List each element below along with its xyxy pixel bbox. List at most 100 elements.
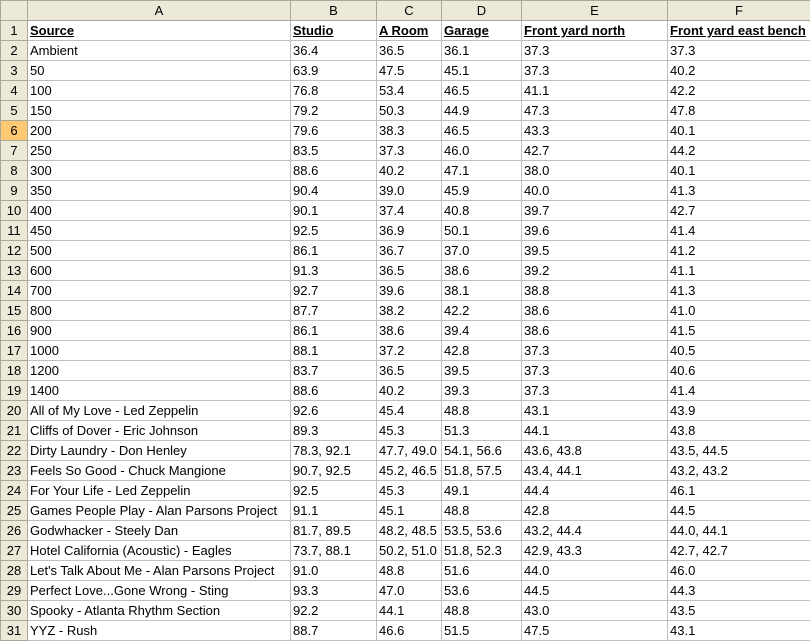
cell[interactable]: 45.1	[441, 60, 522, 81]
select-all-corner[interactable]	[0, 0, 28, 21]
cell[interactable]: 50.2, 51.0	[376, 540, 442, 561]
row-header[interactable]: 18	[0, 360, 28, 381]
cell[interactable]: 40.2	[376, 380, 442, 401]
cell[interactable]: 40.5	[667, 340, 810, 361]
cell[interactable]: 200	[27, 120, 291, 141]
cell[interactable]: 36.5	[376, 260, 442, 281]
cell[interactable]: 41.3	[667, 280, 810, 301]
cell[interactable]: 39.0	[376, 180, 442, 201]
cell[interactable]: 81.7, 89.5	[290, 520, 377, 541]
cell[interactable]: 53.4	[376, 80, 442, 101]
cell[interactable]: 42.7, 42.7	[667, 540, 810, 561]
cell[interactable]: 43.3	[521, 120, 668, 141]
cell[interactable]: 39.3	[441, 380, 522, 401]
row-header[interactable]: 2	[0, 40, 28, 61]
cell[interactable]: Ambient	[27, 40, 291, 61]
cell[interactable]: Hotel California (Acoustic) - Eagles	[27, 540, 291, 561]
cell[interactable]: 900	[27, 320, 291, 341]
cell[interactable]: 48.8	[441, 500, 522, 521]
cell[interactable]: 40.2	[667, 60, 810, 81]
row-header[interactable]: 16	[0, 320, 28, 341]
cell[interactable]: 37.3	[521, 60, 668, 81]
cell[interactable]: 37.3	[521, 380, 668, 401]
cell[interactable]: 54.1, 56.6	[441, 440, 522, 461]
row-header[interactable]: 6	[0, 120, 28, 141]
cell[interactable]: 39.6	[521, 220, 668, 241]
cell[interactable]: 37.3	[667, 40, 810, 61]
cell[interactable]: 38.6	[521, 300, 668, 321]
cell[interactable]: 38.3	[376, 120, 442, 141]
cell[interactable]: 600	[27, 260, 291, 281]
cell[interactable]: 51.8, 57.5	[441, 460, 522, 481]
cell[interactable]: Let's Talk About Me - Alan Parsons Proje…	[27, 560, 291, 581]
row-header[interactable]: 19	[0, 380, 28, 401]
cell[interactable]: 90.7, 92.5	[290, 460, 377, 481]
cell[interactable]: 300	[27, 160, 291, 181]
cell[interactable]: 150	[27, 100, 291, 121]
cell[interactable]: 86.1	[290, 320, 377, 341]
cell[interactable]: 43.4, 44.1	[521, 460, 668, 481]
cell[interactable]: 500	[27, 240, 291, 261]
cell[interactable]: 40.8	[441, 200, 522, 221]
cell[interactable]: 48.8	[376, 560, 442, 581]
cell[interactable]: 39.5	[441, 360, 522, 381]
cell[interactable]: 88.1	[290, 340, 377, 361]
cell[interactable]: 42.9, 43.3	[521, 540, 668, 561]
row-header[interactable]: 14	[0, 280, 28, 301]
header-cell[interactable]: Studio	[290, 20, 377, 41]
row-header[interactable]: 5	[0, 100, 28, 121]
cell[interactable]: 44.4	[521, 480, 668, 501]
cell[interactable]: Godwhacker - Steely Dan	[27, 520, 291, 541]
column-header-c[interactable]: C	[376, 0, 442, 21]
cell[interactable]: 92.2	[290, 600, 377, 621]
cell[interactable]: 46.1	[667, 480, 810, 501]
cell[interactable]: 79.6	[290, 120, 377, 141]
cell[interactable]: 53.6	[441, 580, 522, 601]
cell[interactable]: 43.8	[667, 420, 810, 441]
cell[interactable]: 40.6	[667, 360, 810, 381]
cell[interactable]: 38.6	[376, 320, 442, 341]
cell[interactable]: 45.3	[376, 480, 442, 501]
cell[interactable]: 44.0, 44.1	[667, 520, 810, 541]
cell[interactable]: 47.0	[376, 580, 442, 601]
row-header[interactable]: 15	[0, 300, 28, 321]
cell[interactable]: 38.2	[376, 300, 442, 321]
cell[interactable]: 38.8	[521, 280, 668, 301]
cell[interactable]: Dirty Laundry - Don Henley	[27, 440, 291, 461]
cell[interactable]: Cliffs of Dover - Eric Johnson	[27, 420, 291, 441]
cell[interactable]: 43.6, 43.8	[521, 440, 668, 461]
row-header[interactable]: 1	[0, 20, 28, 41]
cell[interactable]: 41.0	[667, 300, 810, 321]
cell[interactable]: 46.5	[441, 80, 522, 101]
cell[interactable]: 50.3	[376, 100, 442, 121]
cell[interactable]: 400	[27, 200, 291, 221]
cell[interactable]: 44.9	[441, 100, 522, 121]
cell[interactable]: 47.8	[667, 100, 810, 121]
cell[interactable]: 83.5	[290, 140, 377, 161]
row-header[interactable]: 25	[0, 500, 28, 521]
cell[interactable]: 36.5	[376, 360, 442, 381]
cell[interactable]: 88.6	[290, 160, 377, 181]
cell[interactable]: 51.5	[441, 620, 522, 641]
row-header[interactable]: 7	[0, 140, 28, 161]
cell[interactable]: 45.2, 46.5	[376, 460, 442, 481]
row-header[interactable]: 24	[0, 480, 28, 501]
header-cell[interactable]: Front yard north	[521, 20, 668, 41]
cell[interactable]: 47.1	[441, 160, 522, 181]
cell[interactable]: 43.0	[521, 600, 668, 621]
cell[interactable]: 250	[27, 140, 291, 161]
cell[interactable]: 48.8	[441, 600, 522, 621]
cell[interactable]: 42.7	[667, 200, 810, 221]
cell[interactable]: 100	[27, 80, 291, 101]
cell[interactable]: 43.5	[667, 600, 810, 621]
row-header[interactable]: 3	[0, 60, 28, 81]
cell[interactable]: 38.6	[441, 260, 522, 281]
cell[interactable]: 36.5	[376, 40, 442, 61]
row-header[interactable]: 10	[0, 200, 28, 221]
header-cell[interactable]: Garage	[441, 20, 522, 41]
row-header[interactable]: 12	[0, 240, 28, 261]
cell[interactable]: 39.4	[441, 320, 522, 341]
row-header[interactable]: 27	[0, 540, 28, 561]
cell[interactable]: 46.5	[441, 120, 522, 141]
cell[interactable]: 48.8	[441, 400, 522, 421]
